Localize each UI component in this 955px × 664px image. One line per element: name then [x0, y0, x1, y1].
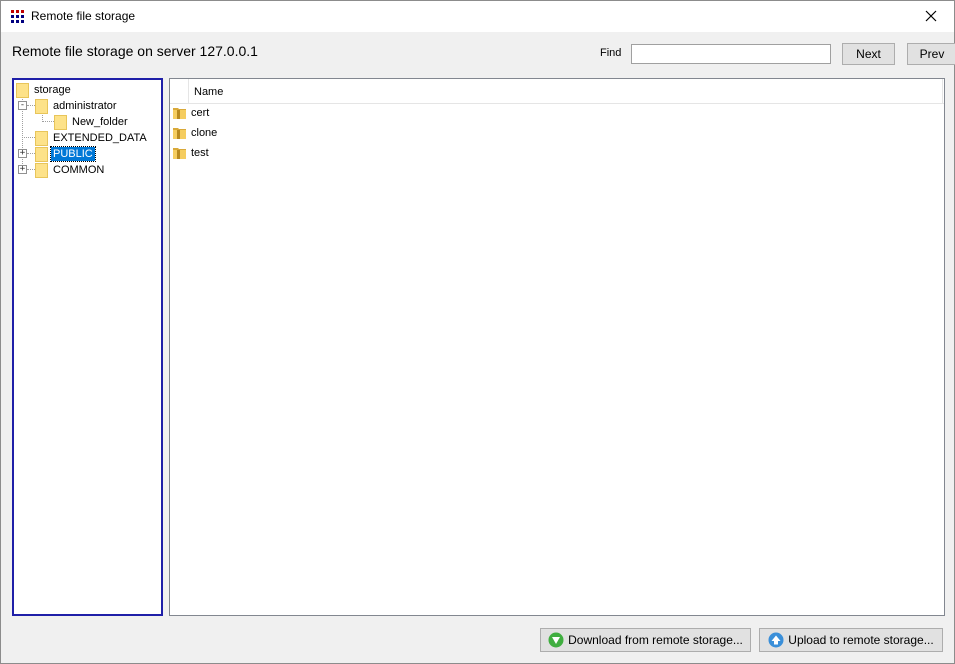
folder-icon	[35, 98, 48, 114]
folder-icon	[173, 128, 186, 139]
upload-button[interactable]: Upload to remote storage...	[759, 628, 943, 652]
tree-item-administrator[interactable]: administrator	[35, 98, 119, 114]
tree-connector	[27, 105, 35, 106]
list-item[interactable]: cert	[170, 103, 944, 123]
app-grid-icon	[10, 9, 26, 25]
window-title: Remote file storage	[31, 9, 136, 23]
tree-item-common[interactable]: COMMON	[35, 162, 106, 178]
list-header: Name	[170, 79, 944, 104]
expand-toggle[interactable]: +	[18, 165, 27, 174]
tree-connector	[22, 137, 35, 138]
folder-icon	[173, 108, 186, 119]
close-icon	[925, 10, 937, 22]
column-header-name[interactable]: Name	[194, 86, 223, 98]
tree-item-label: PUBLIC	[50, 146, 96, 162]
remote-storage-window: Remote file storage Remote file storage …	[0, 0, 955, 664]
tree-item-label: administrator	[53, 100, 117, 112]
folder-icon	[35, 146, 48, 162]
tree-connector	[42, 121, 54, 122]
file-name: cert	[191, 107, 210, 119]
tree-item-label: COMMON	[53, 164, 105, 176]
folder-icon	[35, 130, 48, 146]
find-input[interactable]	[631, 44, 831, 64]
tree-item-label: EXTENDED_DATA	[53, 132, 147, 144]
upload-arrow-icon	[768, 632, 784, 648]
upload-label: Upload to remote storage...	[788, 633, 934, 647]
close-button[interactable]	[908, 1, 954, 31]
tree-item-new-folder[interactable]: New_folder	[54, 114, 130, 130]
list-item[interactable]: clone	[170, 123, 944, 143]
folder-icon	[16, 82, 29, 98]
list-item[interactable]: test	[170, 143, 944, 163]
tree-connector	[27, 153, 35, 154]
tree-connector	[27, 169, 35, 170]
folder-icon	[35, 162, 48, 178]
title-bar: Remote file storage	[1, 1, 954, 32]
download-label: Download from remote storage...	[568, 633, 743, 647]
folder-icon	[173, 148, 186, 159]
find-label: Find	[600, 47, 622, 59]
folder-icon	[54, 114, 67, 130]
folder-tree[interactable]: storage - administrator New_folder EXTEN…	[12, 78, 163, 616]
tree-item-label: storage	[34, 84, 71, 96]
tree-item-storage[interactable]: storage	[16, 82, 73, 98]
collapse-toggle[interactable]: -	[18, 101, 27, 110]
file-list[interactable]: Name cert clone test	[169, 78, 945, 616]
tree-item-public[interactable]: PUBLIC	[35, 146, 96, 162]
download-button[interactable]: Download from remote storage...	[540, 628, 751, 652]
column-divider	[188, 79, 189, 103]
tree-item-extended-data[interactable]: EXTENDED_DATA	[35, 130, 149, 146]
page-title: Remote file storage on server 127.0.0.1	[12, 43, 258, 59]
file-name: clone	[191, 127, 218, 139]
download-arrow-icon	[548, 632, 564, 648]
prev-button[interactable]: Prev	[907, 43, 955, 65]
next-button[interactable]: Next	[842, 43, 895, 65]
file-name: test	[191, 147, 209, 159]
tree-item-label: New_folder	[72, 116, 128, 128]
expand-toggle[interactable]: +	[18, 149, 27, 158]
column-divider	[942, 79, 943, 103]
